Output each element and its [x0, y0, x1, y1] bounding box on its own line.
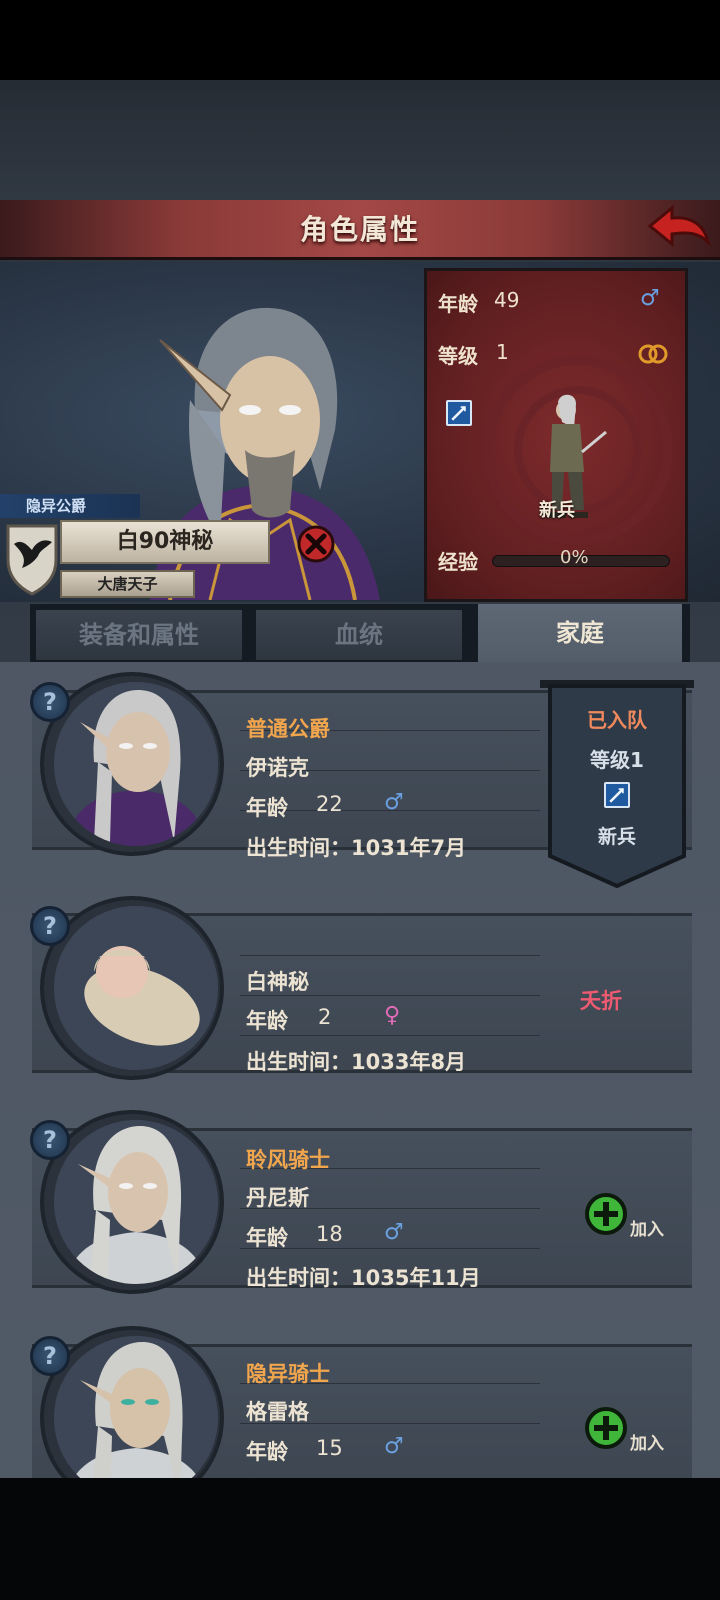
navigation-bar-area: [0, 1478, 720, 1600]
member-name: 白神秘: [246, 970, 309, 994]
member-title: 聆风骑士: [246, 1148, 330, 1172]
member-title: 隐异骑士: [246, 1362, 330, 1386]
age-label: 年龄: [438, 292, 478, 316]
member-portrait: [54, 1120, 218, 1284]
age-label: 年龄: [246, 796, 288, 820]
join-label[interactable]: 加入: [630, 1215, 664, 1240]
male-icon: ♂: [384, 1220, 404, 1245]
male-icon: ♂: [640, 286, 660, 311]
help-button[interactable]: ?: [30, 1120, 70, 1160]
member-portrait: [54, 906, 218, 1070]
help-button[interactable]: ?: [30, 682, 70, 722]
tab-family[interactable]: 家庭: [478, 604, 682, 662]
dismiss-icon[interactable]: [296, 524, 336, 564]
deceased-status: 夭折: [580, 989, 622, 1013]
male-icon: ♂: [384, 790, 404, 815]
member-birth: 出生时间：1035年11月: [246, 1266, 481, 1290]
unit-name: 新兵: [539, 500, 575, 521]
hero-subtitle: 大唐天子: [60, 570, 195, 598]
member-portrait: [54, 682, 218, 846]
member-name: 丹尼斯: [246, 1186, 309, 1210]
party-level: 等级1: [590, 748, 644, 772]
tab-bloodline[interactable]: 血统: [256, 610, 462, 660]
female-icon: ♀: [384, 1003, 401, 1028]
age-label: 年龄: [246, 1009, 288, 1033]
age-value: 49: [494, 288, 520, 312]
member-age: 2: [318, 1005, 332, 1029]
rings-icon: [638, 344, 668, 364]
member-birth: 出生时间：1031年7月: [246, 836, 467, 860]
male-icon: ♂: [384, 1434, 404, 1459]
help-button[interactable]: ?: [30, 906, 70, 946]
crow-shield-icon: [6, 524, 58, 596]
help-button[interactable]: ?: [30, 1336, 70, 1376]
join-label[interactable]: 加入: [630, 1429, 664, 1454]
level-label: 等级: [438, 344, 478, 368]
member-portrait: [54, 1336, 218, 1500]
exp-label: 经验: [438, 550, 478, 574]
member-age: 18: [316, 1222, 343, 1246]
member-name: 伊诺克: [246, 756, 309, 780]
member-age: 15: [316, 1436, 343, 1460]
exp-percent: 0%: [560, 547, 589, 568]
hero-name: 白90神秘: [60, 520, 270, 564]
age-label: 年龄: [246, 1440, 288, 1464]
member-title: 普通公爵: [246, 717, 330, 741]
sword-icon: [446, 400, 472, 426]
age-label: 年龄: [246, 1226, 288, 1250]
member-name: 格雷格: [246, 1400, 309, 1424]
back-arrow-icon[interactable]: [646, 202, 712, 256]
party-unit-name: 新兵: [597, 826, 636, 848]
level-value: 1: [496, 340, 509, 364]
status-bar-area: [0, 0, 720, 80]
in-party-label: 已入队: [587, 708, 647, 732]
sword-icon: [604, 782, 630, 808]
member-birth: 出生时间：1033年8月: [246, 1050, 467, 1074]
hero-title-tag: 隐异公爵: [0, 494, 140, 518]
page-title: 角色属性: [299, 213, 420, 246]
tab-equipment[interactable]: 装备和属性: [36, 610, 242, 660]
member-age: 22: [316, 792, 343, 816]
